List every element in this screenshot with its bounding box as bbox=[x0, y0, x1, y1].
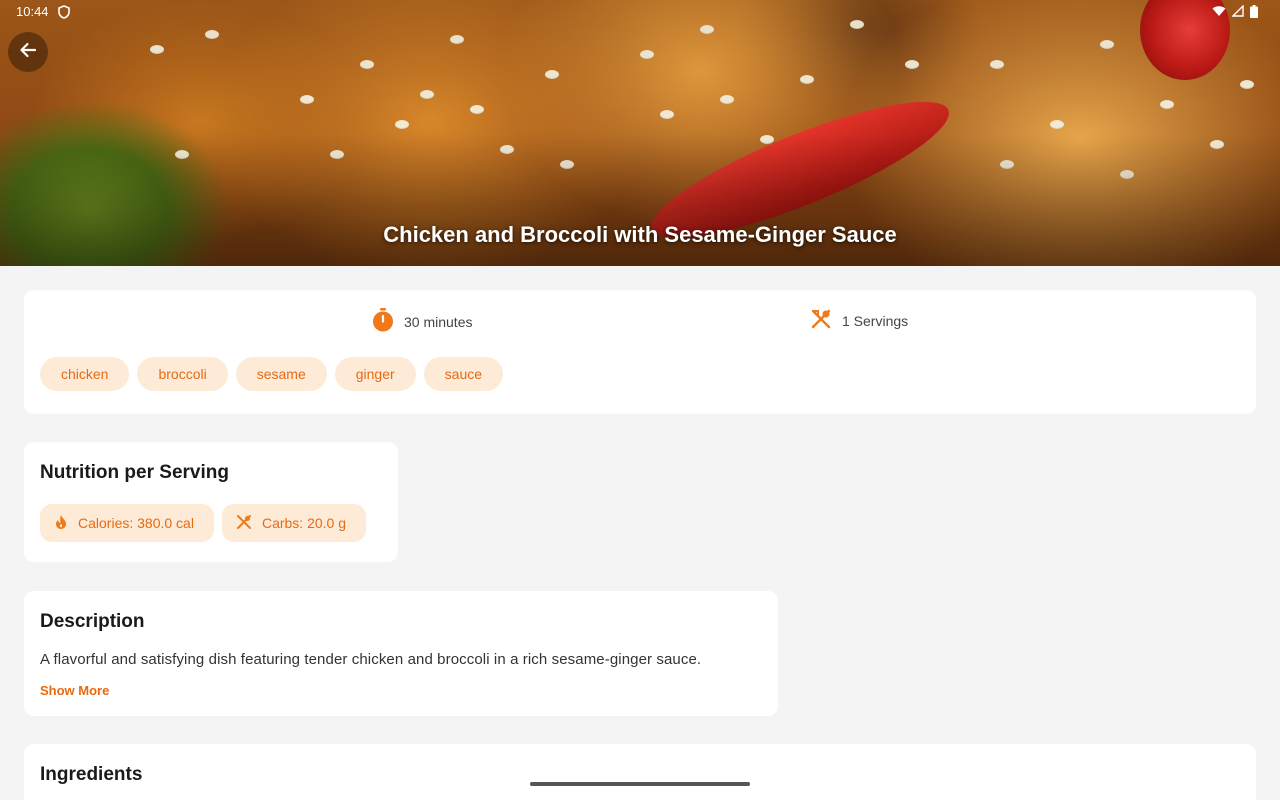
tag-chip[interactable]: broccoli bbox=[137, 357, 228, 391]
carbs-label: Carbs: 20.0 g bbox=[261, 515, 347, 531]
recipe-title: Chicken and Broccoli with Sesame-Ginger … bbox=[383, 222, 897, 247]
wifi-icon bbox=[1212, 5, 1226, 21]
carbs-chip: Carbs: 20.0 g bbox=[221, 504, 367, 542]
description-title: Description bbox=[40, 611, 145, 632]
shield-icon bbox=[58, 5, 70, 22]
status-icons bbox=[1212, 4, 1258, 21]
description-card: Description A flavorful and satisfying d… bbox=[24, 591, 778, 716]
flame-icon bbox=[54, 514, 68, 533]
recipe-hero-image: 10:44 Chicken and Broccoli with Sesame-G… bbox=[0, 0, 1280, 266]
status-bar: 10:44 bbox=[0, 0, 1280, 24]
recipe-meta-card: 30 minutes 1 Servings chicken broccoli s… bbox=[24, 290, 1256, 414]
tag-chip[interactable]: chicken bbox=[40, 357, 130, 391]
status-time: 10:44 bbox=[16, 4, 49, 19]
battery-icon bbox=[1250, 5, 1258, 21]
cook-time: 30 minutes bbox=[372, 308, 472, 335]
show-more-button[interactable]: Show More bbox=[40, 683, 109, 698]
nutrition-card: Nutrition per Serving Calories: 380.0 ca… bbox=[24, 442, 398, 562]
description-text: A flavorful and satisfying dish featurin… bbox=[40, 651, 702, 668]
servings: 1 Servings bbox=[810, 308, 908, 333]
tag-list: chicken broccoli sesame ginger sauce bbox=[40, 357, 504, 391]
ingredients-title: Ingredients bbox=[40, 764, 143, 785]
timer-icon bbox=[372, 308, 394, 335]
nutrition-chips: Calories: 380.0 cal Carbs: 20.0 g bbox=[40, 504, 367, 542]
calories-label: Calories: 380.0 cal bbox=[78, 515, 194, 531]
tag-chip[interactable]: ginger bbox=[334, 357, 416, 391]
ingredients-card: Ingredients bbox=[24, 744, 1256, 800]
arrow-left-icon bbox=[18, 40, 38, 65]
tag-chip[interactable]: sesame bbox=[235, 357, 327, 391]
calories-chip: Calories: 380.0 cal bbox=[40, 504, 214, 542]
cook-time-label: 30 minutes bbox=[404, 313, 473, 330]
back-button[interactable] bbox=[8, 32, 48, 72]
nutrition-title: Nutrition per Serving bbox=[40, 462, 229, 483]
utensils-icon bbox=[236, 514, 252, 533]
home-indicator[interactable] bbox=[530, 782, 750, 786]
utensils-icon bbox=[810, 308, 832, 333]
tag-chip[interactable]: sauce bbox=[423, 357, 504, 391]
signal-icon bbox=[1231, 4, 1244, 21]
servings-label: 1 Servings bbox=[842, 312, 909, 329]
